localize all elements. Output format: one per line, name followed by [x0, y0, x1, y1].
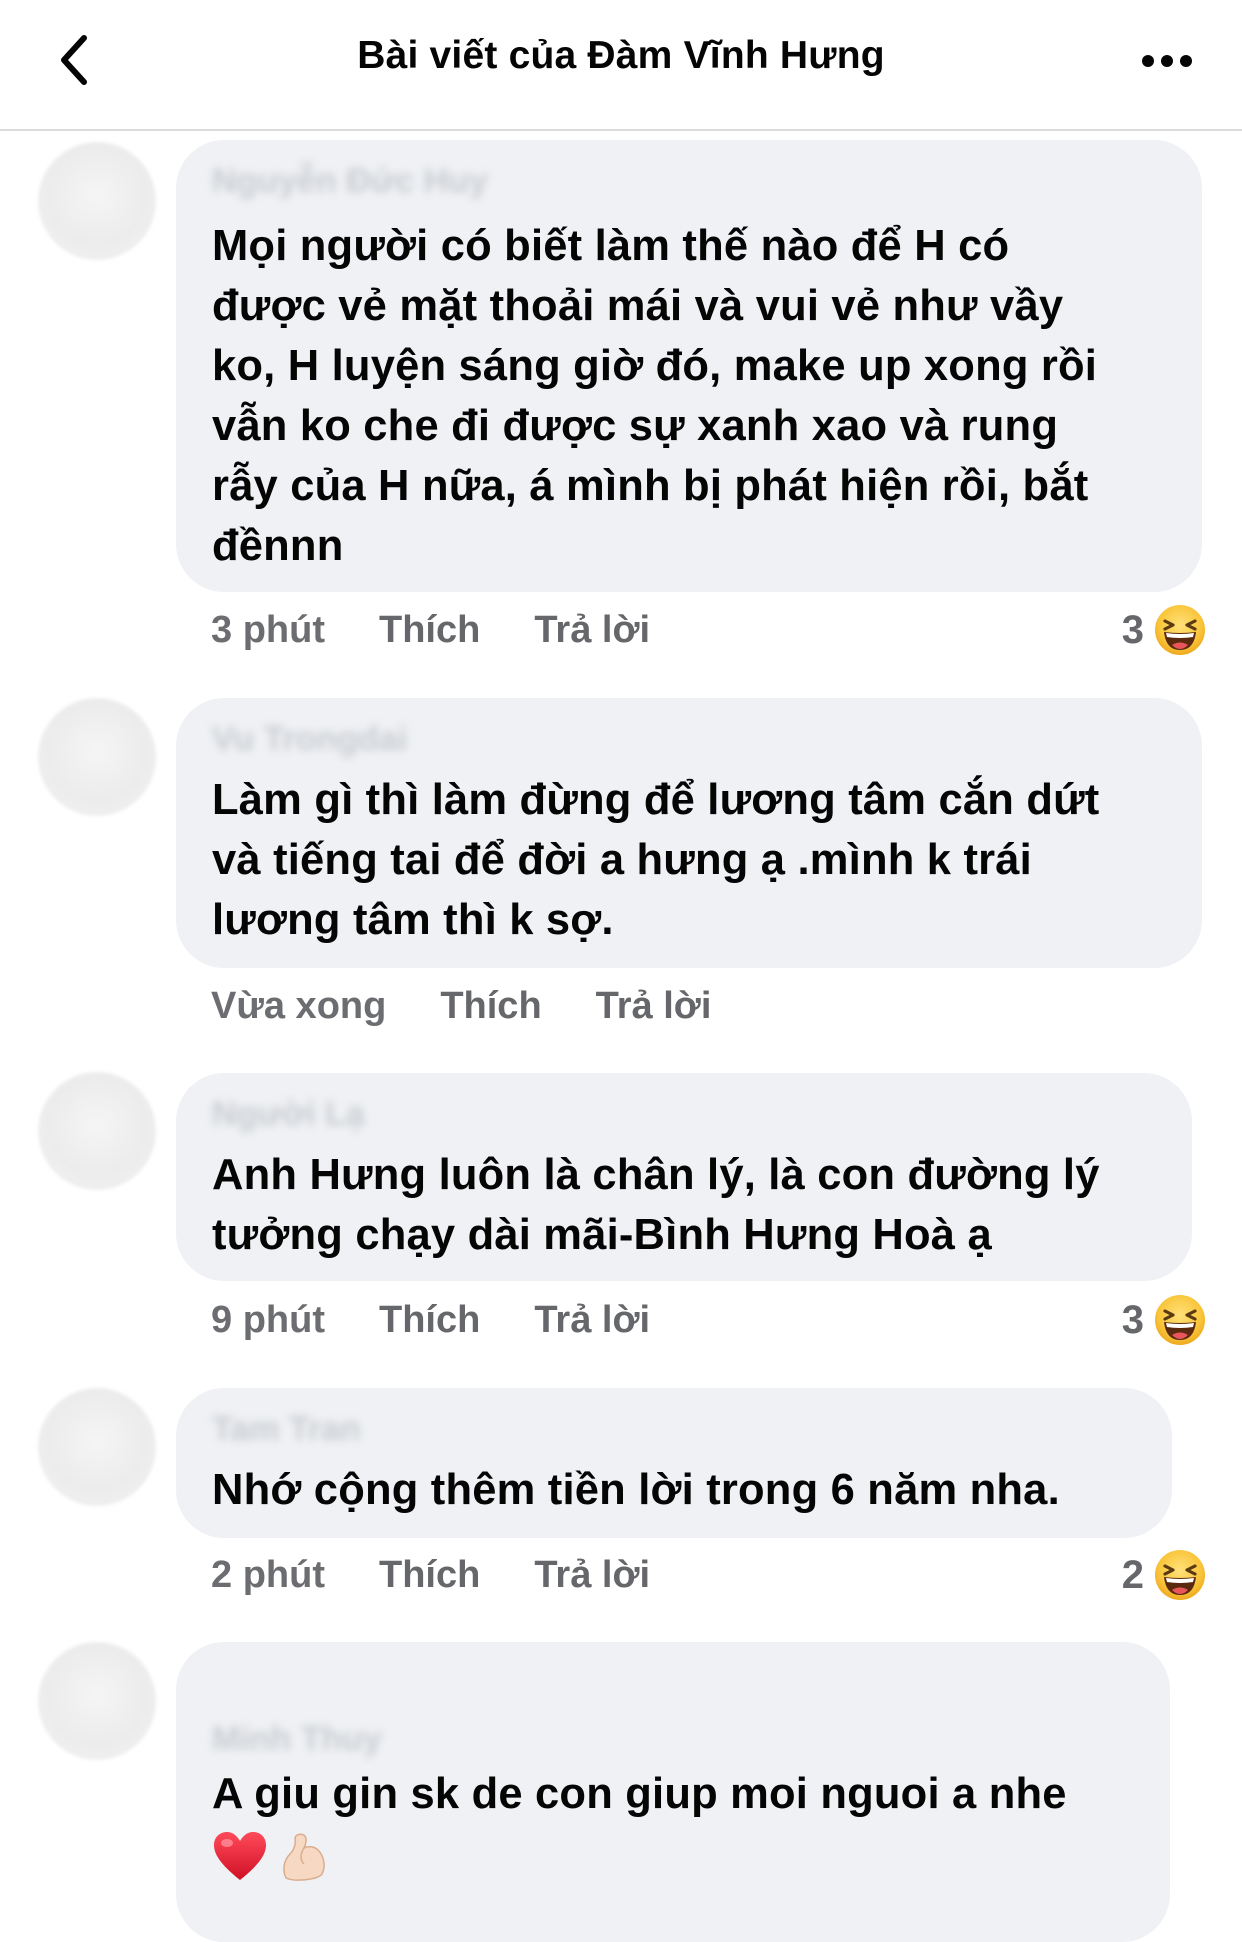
more-dots-icon — [1142, 55, 1192, 67]
avatar[interactable] — [38, 1642, 156, 1760]
avatar[interactable] — [38, 698, 156, 816]
reaction-count: 3 — [1121, 1297, 1144, 1342]
comment-time: 3 phút — [211, 608, 325, 651]
reaction-summary[interactable]: 3 — [1122, 602, 1206, 658]
comment-bubble[interactable]: Người Lạ Anh Hưng luôn là chân lý, là co… — [176, 1073, 1192, 1281]
like-button[interactable]: Thích — [379, 1554, 480, 1597]
like-button[interactable]: Thích — [379, 609, 480, 652]
top-navigation-bar: Bài viết của Đàm Vĩnh Hưng — [0, 0, 1242, 131]
reply-button[interactable]: Trả lời — [534, 609, 650, 652]
comment-bubble[interactable]: Minh Thuy A giu gin sk de con giup moi n… — [176, 1642, 1170, 1942]
comment-bubble[interactable]: Nguyễn Đức Huy Mọi người có biết làm thế… — [176, 140, 1202, 592]
like-button[interactable]: Thích — [440, 985, 541, 1028]
laughing-emoji-icon — [1154, 604, 1206, 656]
avatar[interactable] — [38, 142, 156, 260]
avatar[interactable] — [38, 1388, 156, 1506]
laughing-emoji-icon — [1154, 1549, 1206, 1601]
comment-bubble[interactable]: Vu Trongdai Làm gì thì làm đừng để lương… — [176, 698, 1202, 968]
comment-actions: 9 phút Thích Trả lời — [211, 1292, 650, 1348]
comment-actions: 2 phút Thích Trả lời — [211, 1547, 650, 1603]
comment-author[interactable]: Minh Thuy — [212, 1720, 382, 1759]
comment-time: 9 phút — [211, 1298, 325, 1341]
reply-button[interactable]: Trả lời — [596, 985, 712, 1028]
comment-emojis — [212, 1830, 330, 1882]
avatar[interactable] — [38, 1072, 156, 1190]
like-button[interactable]: Thích — [379, 1299, 480, 1342]
comment-bubble[interactable]: Tam Tran Nhớ cộng thêm tiền lời trong 6 … — [176, 1388, 1172, 1538]
reply-button[interactable]: Trả lời — [534, 1554, 650, 1597]
reaction-summary[interactable]: 2 — [1122, 1547, 1206, 1603]
comment-author[interactable]: Người Lạ — [212, 1095, 365, 1134]
comment-time: Vừa xong — [211, 984, 387, 1027]
comment-actions: 3 phút Thích Trả lời — [211, 602, 650, 658]
reaction-count: 2 — [1121, 1552, 1144, 1597]
flexed-biceps-emoji-icon — [283, 1833, 325, 1881]
reaction-summary[interactable]: 3 — [1122, 1292, 1206, 1348]
red-heart-emoji-icon — [214, 1832, 266, 1880]
comment-time: 2 phút — [211, 1553, 325, 1596]
page-title: Bài viết của Đàm Vĩnh Hưng — [357, 34, 885, 77]
comment-author[interactable]: Tam Tran — [212, 1410, 361, 1449]
reply-button[interactable]: Trả lời — [534, 1299, 650, 1342]
laughing-emoji-icon — [1154, 1294, 1206, 1346]
comment-author[interactable]: Nguyễn Đức Huy — [212, 162, 488, 201]
reaction-count: 3 — [1121, 607, 1144, 652]
comment-actions: Vừa xong Thích Trả lời — [211, 978, 711, 1034]
comment-author[interactable]: Vu Trongdai — [212, 720, 407, 759]
comment-text: Mọi người có biết làm thế nào để H có đư… — [212, 222, 1098, 570]
comment-text: Nhớ cộng thêm tiền lời trong 6 năm nha. — [212, 1466, 1060, 1514]
more-options-button[interactable] — [1132, 44, 1202, 78]
